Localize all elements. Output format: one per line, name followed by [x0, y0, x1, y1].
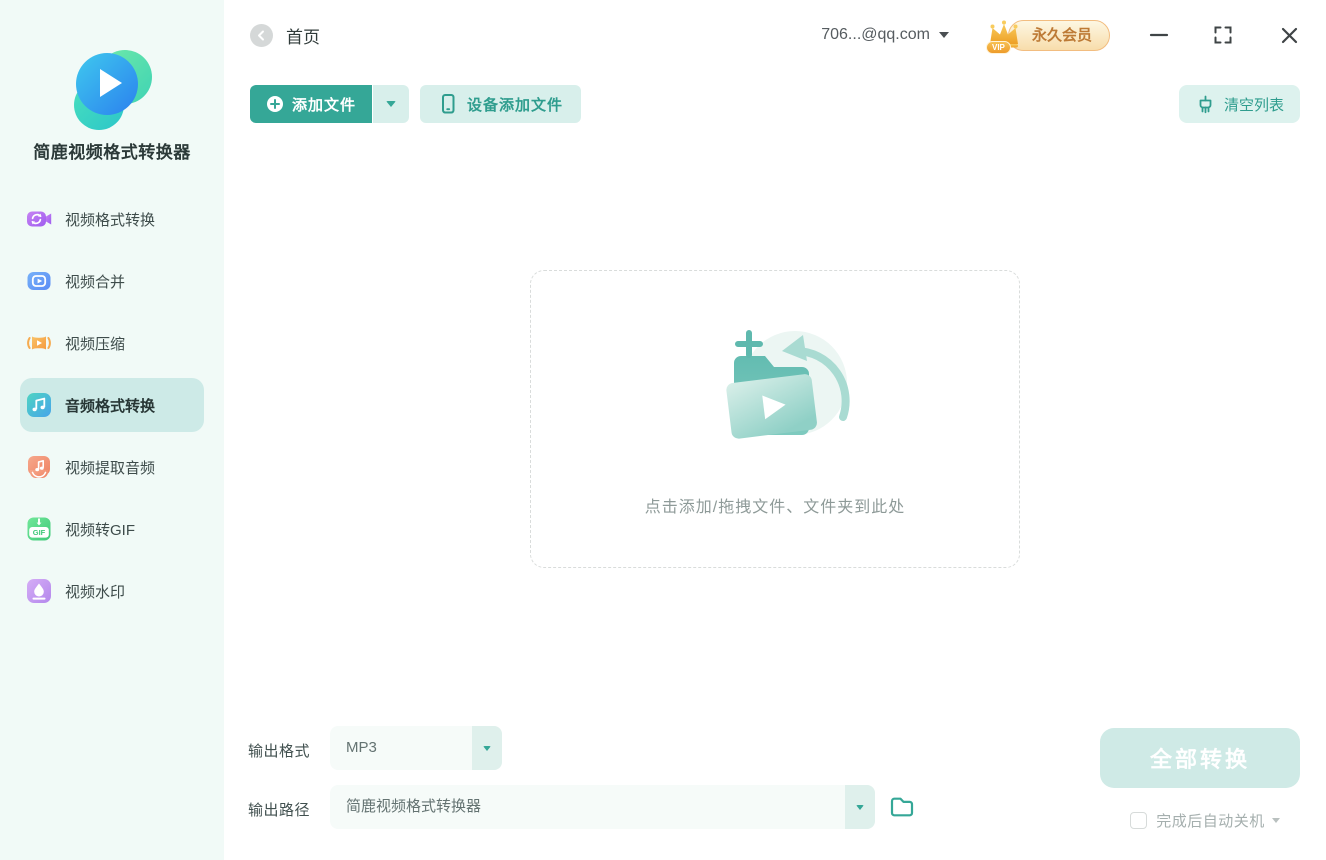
phone-icon [438, 93, 458, 115]
vip-tag: VIP [986, 41, 1011, 54]
output-path-label: 输出路径 [248, 799, 310, 820]
sidebar: 简鹿视频格式转换器 视频格式转换 [0, 0, 224, 860]
header-bar: 首页 706...@qq.com VIP 永久会员 [250, 14, 1302, 56]
maximize-icon [1213, 25, 1233, 45]
back-arrow-icon [255, 29, 268, 42]
convert-all-button[interactable]: 全部转换 [1100, 728, 1300, 788]
add-file-split-button: 添加文件 [250, 85, 409, 123]
folder-illustration-icon [685, 321, 865, 461]
sidebar-item-video-watermark[interactable]: 视频水印 [20, 564, 204, 618]
auto-shutdown-dropdown-icon[interactable] [1272, 818, 1280, 823]
output-format-select[interactable]: MP3 [330, 726, 502, 770]
output-format-dropdown-icon[interactable] [472, 726, 502, 770]
clear-list-label: 清空列表 [1224, 94, 1284, 115]
vip-badge[interactable]: VIP 永久会员 [983, 15, 1110, 55]
chevron-down-icon [386, 101, 396, 107]
maximize-button[interactable] [1210, 22, 1236, 48]
close-icon [1280, 26, 1299, 45]
sidebar-item-label: 视频合并 [65, 271, 125, 292]
account-email[interactable]: 706...@qq.com [821, 26, 930, 44]
auto-shutdown-row: 完成后自动关机 [1100, 810, 1310, 831]
sidebar-nav: 视频格式转换 视频合并 [0, 192, 224, 618]
open-folder-button[interactable] [888, 793, 916, 821]
app-logo-icon [64, 50, 160, 130]
output-format-value: MP3 [346, 726, 377, 770]
add-file-label: 添加文件 [292, 94, 356, 115]
auto-shutdown-label: 完成后自动关机 [1156, 810, 1265, 831]
sidebar-item-audio-format-convert[interactable]: 音频格式转换 [20, 378, 204, 432]
extract-audio-icon [26, 454, 52, 480]
video-to-gif-icon: GIF [26, 516, 52, 542]
auto-shutdown-checkbox[interactable] [1130, 812, 1147, 829]
toolbar: 添加文件 设备添加文件 [250, 85, 1300, 123]
video-compress-icon [26, 330, 52, 356]
audio-convert-icon [26, 392, 52, 418]
dropzone-hint: 点击添加/拖拽文件、文件夹到此处 [531, 493, 1019, 517]
add-from-device-button[interactable]: 设备添加文件 [420, 85, 581, 123]
close-button[interactable] [1276, 22, 1302, 48]
app-title: 简鹿视频格式转换器 [0, 138, 224, 163]
sidebar-item-label: 视频格式转换 [65, 209, 155, 230]
video-convert-icon [26, 206, 52, 232]
logo-play-icon [100, 69, 122, 97]
sidebar-item-video-extract-audio[interactable]: 视频提取音频 [20, 440, 204, 494]
sidebar-item-label: 音频格式转换 [65, 395, 155, 416]
sidebar-item-video-format-convert[interactable]: 视频格式转换 [20, 192, 204, 246]
add-file-button[interactable]: 添加文件 [250, 85, 372, 123]
clear-list-button[interactable]: 清空列表 [1179, 85, 1300, 123]
add-from-device-label: 设备添加文件 [467, 94, 563, 115]
sidebar-item-label: 视频水印 [65, 581, 125, 602]
output-format-label: 输出格式 [248, 740, 310, 761]
add-file-dropdown-button[interactable] [373, 85, 409, 123]
minimize-button[interactable] [1146, 22, 1172, 48]
folder-icon [888, 793, 916, 821]
app-window: 简鹿视频格式转换器 视频格式转换 [0, 0, 1326, 860]
watermark-icon [26, 578, 52, 604]
account-dropdown-icon[interactable] [939, 32, 949, 38]
sidebar-item-label: 视频转GIF [65, 519, 135, 540]
file-dropzone[interactable]: 点击添加/拖拽文件、文件夹到此处 [530, 270, 1020, 568]
vip-label: 永久会员 [1008, 20, 1110, 51]
video-merge-icon [26, 268, 52, 294]
gif-icon-text: GIF [33, 528, 46, 537]
sidebar-item-label: 视频提取音频 [65, 457, 155, 478]
sidebar-item-video-compress[interactable]: 视频压缩 [20, 316, 204, 370]
logo-circle-blue [76, 53, 138, 115]
page-title: 首页 [286, 23, 320, 48]
sidebar-item-label: 视频压缩 [65, 333, 125, 354]
sidebar-item-video-to-gif[interactable]: GIF 视频转GIF [20, 502, 204, 556]
back-button[interactable] [250, 24, 273, 47]
sidebar-item-video-merge[interactable]: 视频合并 [20, 254, 204, 308]
broom-icon [1195, 94, 1216, 115]
minimize-icon [1149, 25, 1169, 45]
plus-circle-icon [266, 95, 284, 113]
output-path-dropdown-icon[interactable] [845, 785, 875, 829]
main-panel: 首页 706...@qq.com VIP 永久会员 [224, 0, 1326, 860]
output-path-value: 简鹿视频格式转换器 [346, 785, 481, 829]
output-path-select[interactable]: 简鹿视频格式转换器 [330, 785, 875, 829]
